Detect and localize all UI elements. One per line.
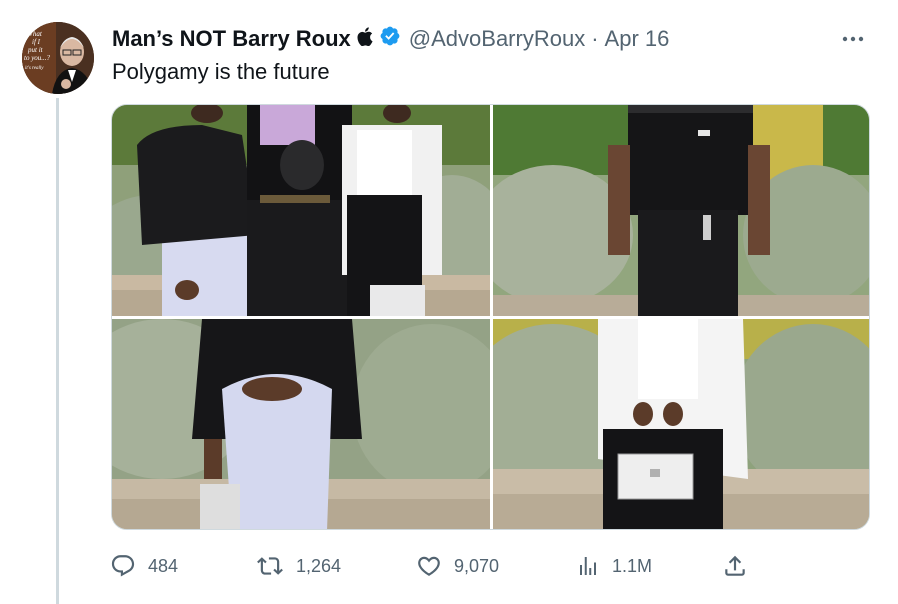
analytics-icon	[580, 557, 596, 575]
share-button[interactable]	[722, 548, 760, 584]
share-icon	[725, 555, 745, 576]
author-name[interactable]: Man’s NOT Barry Roux	[112, 26, 351, 52]
author-handle[interactable]: @AdvoBarryRoux	[409, 26, 585, 52]
svg-text:put it: put it	[27, 46, 44, 54]
svg-text:it's really: it's really	[25, 66, 44, 71]
retweet-button[interactable]: 1,264	[256, 548, 341, 584]
view-count: 1.1M	[612, 555, 653, 576]
photo-1[interactable]	[112, 105, 490, 316]
tweet-actions: 484 1,264 9,070 1.1M	[110, 548, 750, 584]
tweet-date[interactable]: Apr 16	[605, 26, 670, 52]
like-button[interactable]: 9,070	[416, 548, 499, 584]
svg-text:What: What	[27, 30, 43, 38]
media-grid	[111, 104, 870, 530]
photo-3[interactable]	[112, 319, 490, 529]
svg-text:if I: if I	[32, 38, 41, 46]
views-button[interactable]: 1.1M	[576, 548, 652, 584]
reply-icon	[111, 555, 135, 577]
reply-button[interactable]: 484	[110, 548, 178, 584]
like-count: 9,070	[454, 555, 500, 576]
separator-dot: ·	[591, 26, 599, 51]
svg-text:to you...?: to you...?	[24, 54, 51, 62]
author-avatar[interactable]: What if I put it to you...? it's really	[22, 22, 94, 94]
apple-icon	[357, 26, 373, 52]
retweet-icon	[257, 557, 283, 575]
thread-connector-line	[56, 98, 59, 604]
photo-4[interactable]	[493, 319, 869, 529]
tweet-text: Polygamy is the future	[112, 59, 330, 84]
heart-icon	[418, 556, 440, 576]
verified-badge-icon[interactable]	[379, 25, 401, 53]
retweet-count: 1,264	[296, 555, 342, 576]
photo-2[interactable]	[493, 105, 869, 316]
tweet-header: Man’s NOT Barry Roux @AdvoBarryRoux · Ap…	[112, 24, 669, 54]
reply-count: 484	[148, 555, 179, 576]
more-options-icon[interactable]	[838, 24, 868, 54]
